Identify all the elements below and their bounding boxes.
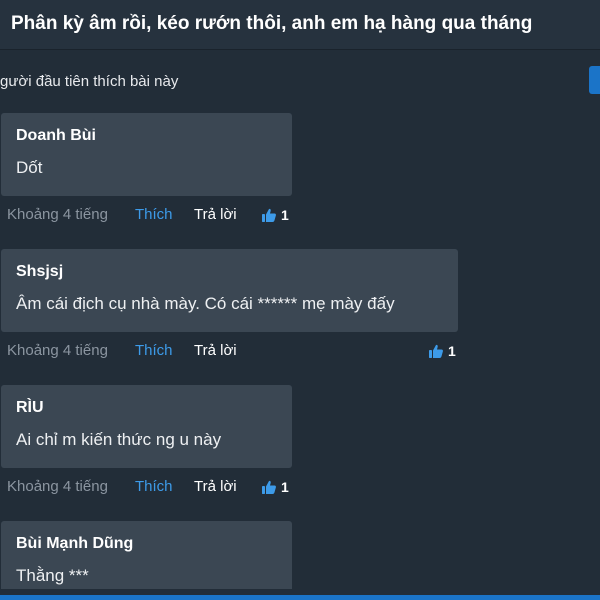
reply-button[interactable]: Trả lời xyxy=(194,342,237,359)
comment-time[interactable]: Khoảng 4 tiếng xyxy=(7,206,108,223)
bottom-bar xyxy=(0,595,600,600)
like-count: 1 xyxy=(281,207,289,223)
comment-actions: Khoảng 4 tiếng Thích Trả lời 1 xyxy=(0,204,600,226)
post-title: Phân kỳ âm rồi, kéo rướn thôi, anh em hạ… xyxy=(11,13,533,34)
like-count: 1 xyxy=(281,479,289,495)
comment-actions: Khoảng 4 tiếng Thích Trả lời 1 xyxy=(0,340,600,362)
reply-button[interactable]: Trả lời xyxy=(194,206,237,223)
comment-time[interactable]: Khoảng 4 tiếng xyxy=(7,342,108,359)
comment-item: Doanh Bùi Dốt Khoảng 4 tiếng Thích Trả l… xyxy=(0,113,600,238)
comment-time[interactable]: Khoảng 4 tiếng xyxy=(7,478,108,495)
comment-author[interactable]: RÌU xyxy=(16,398,278,418)
comment-item: Bùi Mạnh Dũng Thằng *** xyxy=(0,521,600,589)
post-comments-page: Phân kỳ âm rồi, kéo rướn thôi, anh em hạ… xyxy=(0,0,600,600)
thumbs-up-icon xyxy=(262,480,276,494)
comment-text: Âm cái địch cụ nhà mày. Có cái ****** mẹ… xyxy=(16,294,395,313)
comment-bubble: RÌU Ai chỉ m kiến thức ng u này xyxy=(1,385,292,468)
comment-author[interactable]: Doanh Bùi xyxy=(16,126,278,146)
comment-text: Thằng *** xyxy=(16,566,89,585)
reaction-summary[interactable]: 1 xyxy=(261,477,289,497)
like-button[interactable]: Thích xyxy=(135,206,173,223)
comment-text: Ai chỉ m kiến thức ng u này xyxy=(16,430,222,449)
post-header: Phân kỳ âm rồi, kéo rướn thôi, anh em hạ… xyxy=(0,0,600,50)
like-count: 1 xyxy=(448,343,456,359)
share-button[interactable] xyxy=(589,66,600,94)
like-button[interactable]: Thích xyxy=(135,478,173,495)
thumbs-up-icon xyxy=(429,344,443,358)
reaction-summary[interactable]: 1 xyxy=(428,341,456,361)
comment-author[interactable]: Bùi Mạnh Dũng xyxy=(16,534,278,554)
comment-bubble: Shsjsj Âm cái địch cụ nhà mày. Có cái **… xyxy=(1,249,458,332)
comment-bubble: Bùi Mạnh Dũng Thằng *** xyxy=(1,521,292,589)
reply-button[interactable]: Trả lời xyxy=(194,478,237,495)
thumbs-up-icon xyxy=(262,208,276,222)
like-button[interactable]: Thích xyxy=(135,342,173,359)
comment-bubble: Doanh Bùi Dốt xyxy=(1,113,292,196)
comment-item: RÌU Ai chỉ m kiến thức ng u này Khoảng 4… xyxy=(0,385,600,510)
comment-item: Shsjsj Âm cái địch cụ nhà mày. Có cái **… xyxy=(0,249,600,374)
likes-summary[interactable]: gười đầu tiên thích bài này xyxy=(0,73,178,90)
comment-actions: Khoảng 4 tiếng Thích Trả lời 1 xyxy=(0,476,600,498)
reaction-summary[interactable]: 1 xyxy=(261,205,289,225)
comment-author[interactable]: Shsjsj xyxy=(16,262,444,282)
comment-text: Dốt xyxy=(16,158,43,177)
